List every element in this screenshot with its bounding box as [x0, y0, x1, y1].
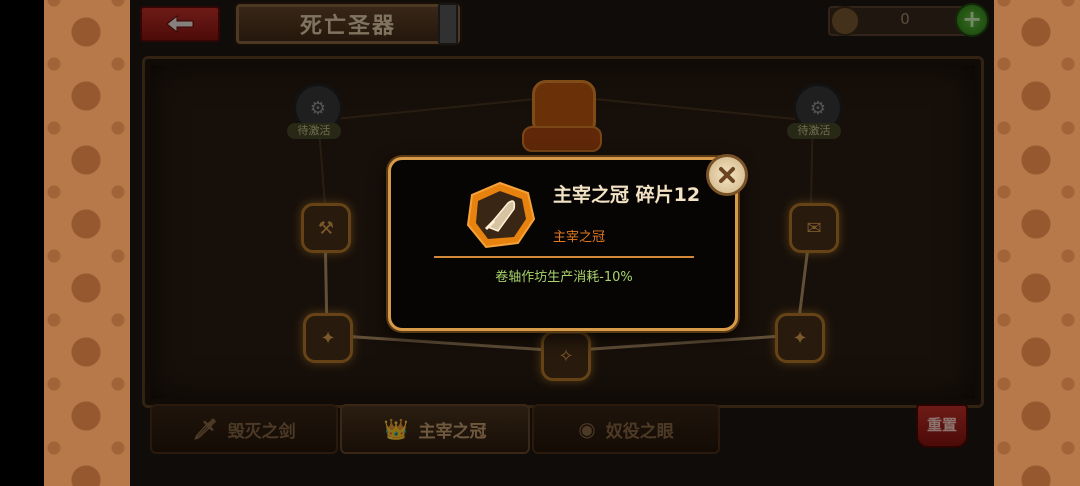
back-button[interactable] — [140, 6, 220, 42]
scroll-icon: ✉ — [806, 217, 822, 239]
anvil-node[interactable]: ⚒ — [301, 203, 351, 253]
currency-value: 0 — [900, 10, 910, 28]
crown-icon: 👑 — [383, 417, 409, 441]
letterbox-left — [0, 0, 44, 486]
crown-shard-icon — [466, 181, 536, 249]
add-currency-button[interactable]: + — [955, 3, 989, 37]
tab-eye-label: 奴役之眼 — [605, 421, 674, 442]
tab-crown-label: 主宰之冠 — [418, 421, 487, 442]
modal-subtitle: 主宰之冠 — [553, 230, 606, 245]
rune-node-right[interactable]: ✦ — [775, 313, 825, 363]
side-pattern-left — [44, 0, 130, 486]
side-pattern-right — [994, 0, 1080, 486]
tab-eye[interactable]: ◉ 奴役之眼 — [532, 404, 720, 454]
close-icon — [719, 167, 735, 183]
modal-title: 主宰之冠 碎片12 — [553, 184, 701, 206]
sword-icon: 🗡 — [192, 417, 218, 441]
tab-sword[interactable]: 🗡 毁灭之剑 — [150, 404, 338, 454]
rune-node-center[interactable]: ✧ — [541, 331, 591, 381]
tab-crown[interactable]: 👑 主宰之冠 — [340, 404, 530, 454]
rune-icon: ✧ — [558, 345, 574, 367]
anvil-icon: ⚒ — [317, 217, 335, 239]
page-title: 死亡圣器 — [234, 2, 462, 46]
locked-tag-right: 待激活 — [787, 123, 841, 139]
tab-sword-label: 毁灭之剑 — [227, 421, 296, 442]
arrow-left-icon — [166, 14, 194, 34]
reset-button[interactable]: 重置 — [916, 404, 968, 448]
modal-effect: 卷轴作坊生产消耗-10% — [495, 270, 633, 285]
locked-tag-left: 待激活 — [287, 123, 341, 139]
crown-node-tag — [522, 126, 602, 152]
scroll-node[interactable]: ✉ — [789, 203, 839, 253]
modal-divider — [434, 256, 694, 258]
eye-icon: ◉ — [578, 417, 596, 441]
currency-icon — [830, 6, 860, 36]
rune-icon: ✦ — [792, 327, 808, 349]
rune-icon: ✦ — [320, 327, 336, 349]
close-button[interactable] — [706, 154, 748, 196]
title-cap-right — [438, 3, 458, 45]
rune-node-left[interactable]: ✦ — [303, 313, 353, 363]
